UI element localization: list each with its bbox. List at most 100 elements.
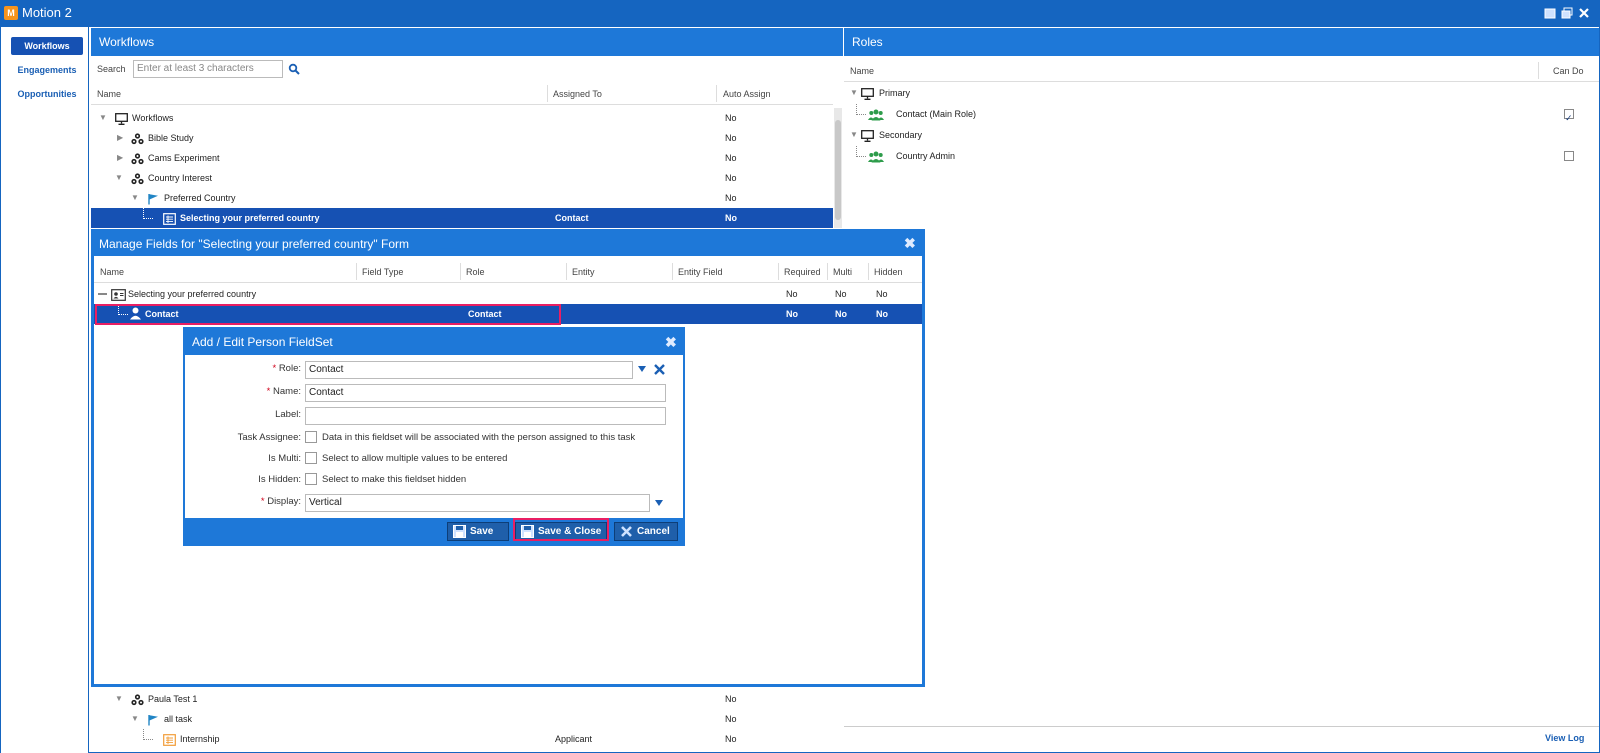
roles-column-header: Name Can Do (844, 59, 1599, 82)
expand-open-icon[interactable]: ▼ (850, 125, 858, 145)
view-log-link[interactable]: View Log (1545, 733, 1584, 743)
workflow-tree-row[interactable]: ▼ Workflows No (91, 108, 833, 128)
label-field[interactable] (305, 407, 666, 425)
mf-col-header[interactable]: Entity Field (678, 267, 723, 277)
workflows-scrollbar[interactable] (834, 108, 842, 228)
workflow-name: all task (164, 714, 193, 724)
col-role-name[interactable]: Name (850, 66, 874, 76)
person-card-icon (111, 288, 126, 301)
role-clear-icon[interactable] (654, 364, 665, 375)
is-multi-checkbox[interactable] (305, 452, 317, 464)
role-group-row[interactable]: ▼ Primary (844, 83, 1599, 103)
restore-icon[interactable] (1561, 7, 1573, 19)
workflow-auto-assign: No (725, 153, 737, 163)
workflow-icon (131, 132, 144, 145)
workflow-tree-row[interactable]: ▶ Bible Study No (91, 128, 833, 148)
is-multi-text: Select to allow multiple values to be en… (322, 453, 508, 464)
role-row[interactable]: Country Admin (844, 146, 1599, 166)
is-hidden-text: Select to make this fieldset hidden (322, 474, 467, 485)
role-row[interactable]: Contact (Main Role) (844, 104, 1599, 128)
mf-col-header[interactable]: Required (784, 267, 821, 277)
role-label: * Role: (272, 363, 301, 374)
field-row[interactable]: Selecting your preferred country No No No (94, 284, 922, 304)
expand-open-icon[interactable]: ▼ (99, 108, 107, 128)
scrollbar-thumb[interactable] (835, 120, 841, 220)
workflow-auto-assign: No (725, 173, 737, 183)
expand-open-icon[interactable]: ▼ (115, 168, 123, 188)
app-title: Motion 2 (22, 5, 72, 20)
tree-connector (856, 146, 866, 157)
workflow-icon (131, 693, 144, 706)
mf-col-header[interactable]: Hidden (874, 267, 903, 277)
workflow-auto-assign: No (725, 694, 737, 704)
expand-open-icon[interactable]: ▼ (115, 689, 123, 709)
workflow-tree-row[interactable]: Internship Applicant No (91, 729, 833, 749)
mf-col-header[interactable]: Field Type (362, 267, 403, 277)
workflow-assigned-to: Applicant (555, 734, 593, 744)
collapse-icon[interactable] (98, 293, 107, 295)
role-group-row[interactable]: ▼ Secondary (844, 125, 1599, 145)
title-bar: M Motion 2 (0, 0, 1600, 27)
col-name[interactable]: Name (97, 89, 121, 99)
contact-row-highlight (95, 304, 561, 325)
manage-fields-title: Manage Fields for "Selecting your prefer… (94, 232, 922, 256)
workflow-icon (131, 172, 144, 185)
workflow-tree-row[interactable]: ▼ Country Interest No (91, 168, 833, 188)
workflow-tree-row[interactable]: ▶ Cams Experiment No (91, 148, 833, 168)
nav-item-workflows[interactable]: Workflows (11, 37, 83, 55)
search-input[interactable]: Enter at least 3 characters (133, 60, 283, 78)
search-icon[interactable] (288, 63, 300, 75)
floppy-icon (453, 525, 466, 538)
cancel-button-label: Cancel (637, 526, 670, 537)
save-button[interactable]: Save (447, 522, 509, 541)
field-name: Selecting your preferred country (128, 289, 257, 299)
field-required: No (786, 289, 798, 299)
nav-item-engagements[interactable]: Engagements (11, 61, 83, 79)
flag-icon (147, 713, 160, 726)
is-hidden-checkbox[interactable] (305, 473, 317, 485)
expand-closed-icon[interactable]: ▶ (117, 148, 123, 168)
mf-col-header[interactable]: Role (466, 267, 485, 277)
mf-col-header[interactable]: Entity (572, 267, 595, 277)
workflow-name: Workflows (132, 113, 174, 123)
workflow-name: Internship (180, 734, 220, 744)
name-field[interactable]: Contact (305, 384, 666, 402)
field-multi: No (835, 289, 847, 299)
role-field[interactable]: Contact (305, 361, 633, 379)
form-icon (163, 733, 176, 746)
expand-open-icon[interactable]: ▼ (131, 709, 139, 729)
edit-fieldset-close-icon[interactable]: ✖ (665, 334, 677, 351)
display-field[interactable]: Vertical (305, 494, 650, 512)
monitor-icon (861, 129, 874, 142)
edit-fieldset-dialog: Add / Edit Person FieldSet ✖ * Role: Con… (183, 327, 685, 546)
col-assigned-to[interactable]: Assigned To (553, 89, 602, 99)
workflow-tree-row[interactable]: ▼ Paula Test 1 No (91, 689, 833, 709)
workflow-tree-row[interactable]: ▼ all task No (91, 709, 833, 729)
mf-col-header[interactable]: Name (100, 267, 124, 277)
task-assignee-checkbox[interactable] (305, 431, 317, 443)
cancel-button[interactable]: Cancel (614, 522, 678, 541)
workflow-auto-assign: No (725, 193, 737, 203)
display-label: * Display: (260, 496, 301, 507)
can-do-checkbox[interactable] (1564, 151, 1574, 161)
workflow-name: Paula Test 1 (148, 694, 198, 704)
expand-open-icon[interactable]: ▼ (131, 188, 139, 208)
col-can-do[interactable]: Can Do (1553, 66, 1584, 76)
mf-col-header[interactable]: Multi (833, 267, 852, 277)
expand-closed-icon[interactable]: ▶ (117, 128, 123, 148)
col-auto-assign[interactable]: Auto Assign (723, 89, 771, 99)
role-dropdown-icon[interactable] (638, 366, 646, 373)
display-dropdown-icon[interactable] (655, 500, 663, 507)
nav-item-opportunities[interactable]: Opportunities (11, 85, 83, 103)
workflow-tree-row[interactable]: Selecting your preferred country Contact N… (91, 208, 833, 228)
close-icon[interactable] (1578, 7, 1590, 19)
workflow-tree-row[interactable]: ▼ Preferred Country No (91, 188, 833, 208)
role-name: Country Admin (896, 151, 956, 161)
roles-panel-title: Roles (844, 28, 1599, 56)
manage-fields-close-icon[interactable]: ✖ (904, 235, 916, 252)
can-do-checkbox[interactable] (1564, 108, 1574, 128)
minimize-icon[interactable] (1544, 7, 1556, 19)
expand-open-icon[interactable]: ▼ (850, 83, 858, 103)
save-button-label: Save (470, 526, 494, 537)
roles-footer-divider (844, 726, 1599, 727)
